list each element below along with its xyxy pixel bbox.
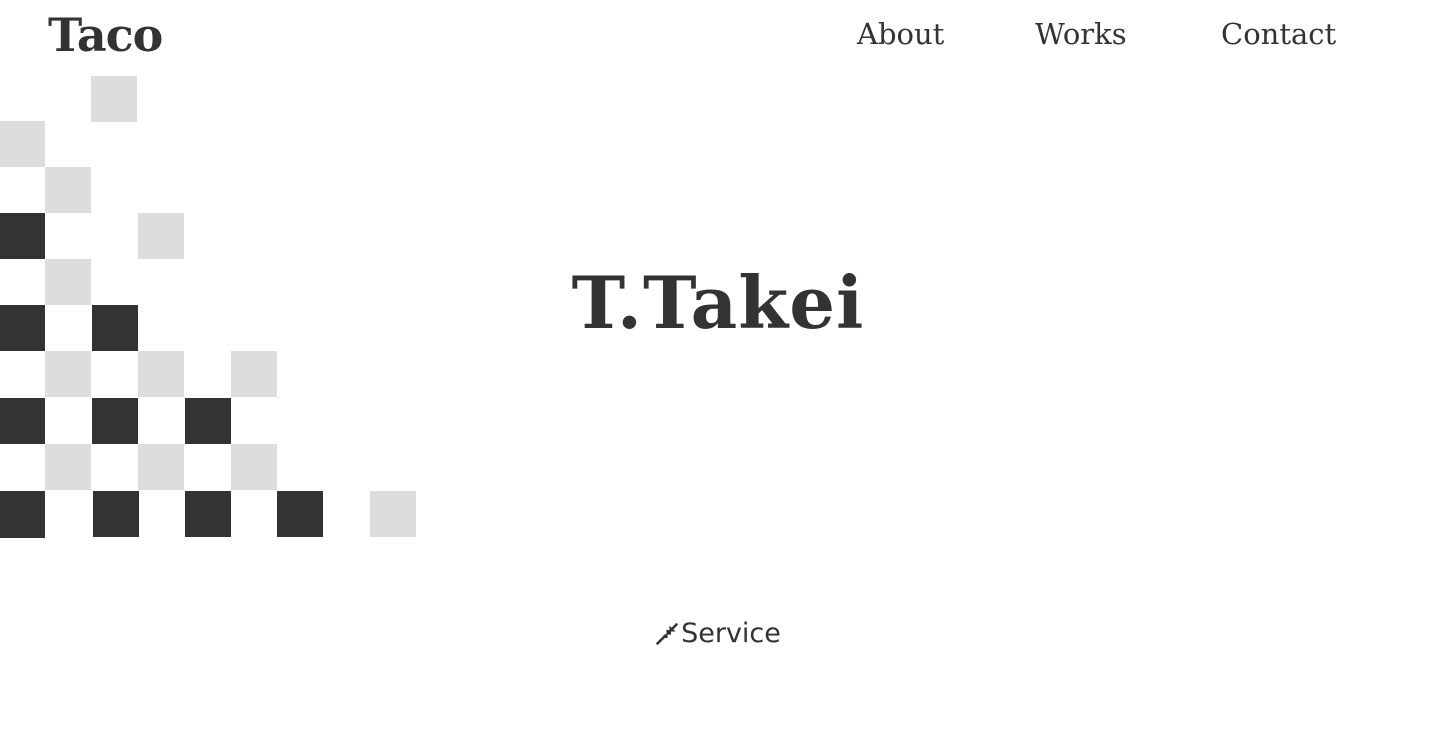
mosaic-tile-light: [231, 351, 277, 397]
nav-link-contact[interactable]: Contact: [1221, 14, 1336, 54]
mosaic-tile-dark: [277, 491, 323, 537]
mosaic-tile-light: [231, 444, 277, 490]
mosaic-tile-light: [370, 491, 416, 537]
mosaic-tile-light: [138, 351, 184, 397]
mosaic-tile-light: [45, 444, 91, 490]
mosaic-tile-light: [138, 444, 184, 490]
nav-link-about[interactable]: About: [857, 14, 944, 54]
hero-title: T.Takei: [571, 260, 865, 345]
nav-link-works[interactable]: Works: [1035, 14, 1127, 54]
mosaic-tile-dark: [92, 398, 138, 444]
mosaic-tile-light: [45, 351, 91, 397]
service-link-content: Service: [655, 616, 781, 652]
mosaic-tile-light: [0, 121, 45, 167]
main-nav: About Works Contact: [836, 14, 1436, 54]
mosaic-tile-dark: [93, 491, 139, 537]
collapse-arrow-icon: [656, 623, 678, 645]
mosaic-tile-light: [138, 213, 184, 259]
mosaic-tile-dark: [0, 398, 45, 444]
mosaic-tile-light: [45, 167, 91, 213]
mosaic-tile-dark: [185, 398, 231, 444]
service-link[interactable]: Service: [0, 616, 1436, 656]
mosaic-tile-dark: [0, 491, 45, 538]
mosaic-tile-light: [91, 76, 137, 122]
service-link-label: Service: [681, 618, 781, 649]
mosaic-tile-dark: [0, 213, 45, 259]
mosaic-tile-dark: [185, 491, 231, 537]
